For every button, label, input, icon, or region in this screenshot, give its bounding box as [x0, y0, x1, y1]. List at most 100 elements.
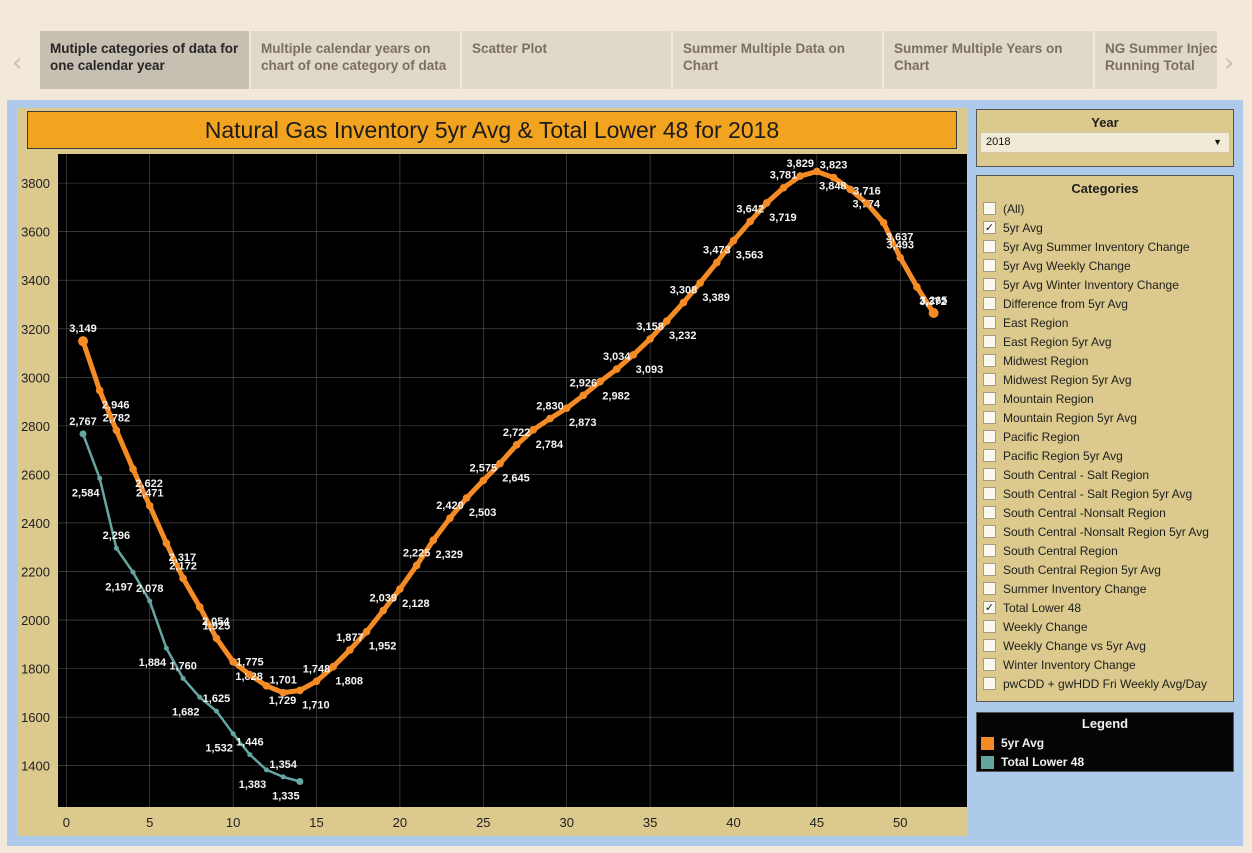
- category-item[interactable]: Midwest Region 5yr Avg: [983, 370, 1209, 389]
- category-item[interactable]: Mountain Region 5yr Avg: [983, 408, 1209, 427]
- data-label: 3,563: [736, 250, 764, 262]
- category-item[interactable]: Pacific Region 5yr Avg: [983, 446, 1209, 465]
- checkbox-icon[interactable]: [983, 677, 996, 690]
- tab-scroll-right-icon[interactable]: ›: [1224, 48, 1234, 78]
- x-tick-label: 20: [393, 815, 407, 830]
- tab-summer-multiple-years[interactable]: Summer Multiple Years on Chart: [884, 31, 1093, 89]
- data-label: 3,308: [670, 285, 698, 297]
- category-item[interactable]: Weekly Change: [983, 617, 1209, 636]
- data-label: 1,532: [205, 743, 233, 755]
- checkbox-icon[interactable]: [983, 449, 996, 462]
- checkbox-icon[interactable]: [983, 411, 996, 424]
- legend-item-total-lower-48[interactable]: Total Lower 48: [981, 753, 1084, 771]
- category-item[interactable]: Winter Inventory Change: [983, 655, 1209, 674]
- checkbox-icon[interactable]: [983, 240, 996, 253]
- category-item[interactable]: Weekly Change vs 5yr Avg: [983, 636, 1209, 655]
- checkbox-checked-icon[interactable]: ✓: [983, 221, 996, 234]
- x-tick-label: 40: [726, 815, 740, 830]
- category-item[interactable]: Summer Inventory Change: [983, 579, 1209, 598]
- checkbox-icon[interactable]: [983, 373, 996, 386]
- category-item[interactable]: East Region: [983, 313, 1209, 332]
- category-item[interactable]: South Central - Salt Region: [983, 465, 1209, 484]
- checkbox-icon[interactable]: [983, 392, 996, 405]
- data-point: [145, 501, 154, 510]
- data-point: [629, 350, 638, 359]
- legend-item-5yr-avg[interactable]: 5yr Avg: [981, 734, 1044, 752]
- category-item[interactable]: South Central -Nonsalt Region 5yr Avg: [983, 522, 1209, 541]
- checkbox-icon[interactable]: [983, 202, 996, 215]
- checkbox-icon[interactable]: [983, 620, 996, 633]
- checkbox-icon[interactable]: [983, 487, 996, 500]
- tab-multiple-categories[interactable]: Mutiple categories of data for one calen…: [40, 31, 249, 89]
- checkbox-icon[interactable]: [983, 430, 996, 443]
- categories-filter: Categories (All) ✓ 5yr Avg 5yr Avg Summer I…: [976, 175, 1234, 702]
- data-label: 1,710: [302, 699, 330, 711]
- data-label: 3,493: [887, 240, 915, 252]
- category-item[interactable]: ✓ 5yr Avg: [983, 218, 1209, 237]
- tab-label: Multiple calendar years on chart of one …: [261, 41, 447, 73]
- category-item[interactable]: South Central Region: [983, 541, 1209, 560]
- checkbox-icon[interactable]: [983, 335, 996, 348]
- checkbox-icon[interactable]: [983, 525, 996, 538]
- category-label: Midwest Region 5yr Avg: [1003, 372, 1132, 387]
- checkbox-icon[interactable]: [983, 658, 996, 671]
- data-point: [296, 778, 304, 786]
- tab-scroll-left-icon[interactable]: ‹: [12, 48, 22, 78]
- legend-title: Legend: [1081, 716, 1129, 731]
- checkbox-icon[interactable]: [983, 354, 996, 367]
- checkbox-icon[interactable]: [983, 316, 996, 329]
- checkbox-icon[interactable]: [983, 563, 996, 576]
- data-point: [346, 646, 354, 654]
- category-item[interactable]: Mountain Region: [983, 389, 1209, 408]
- tab-summer-multiple-data[interactable]: Summer Multiple Data on Chart: [673, 31, 882, 89]
- data-label: 3,093: [636, 364, 664, 376]
- checkbox-icon[interactable]: [983, 468, 996, 481]
- category-item[interactable]: pwCDD + gwHDD Fri Weekly Avg/Day: [983, 674, 1209, 693]
- category-item[interactable]: South Central - Salt Region 5yr Avg: [983, 484, 1209, 503]
- checkbox-icon[interactable]: [983, 278, 996, 291]
- category-item[interactable]: 5yr Avg Summer Inventory Change: [983, 237, 1209, 256]
- category-label: Winter Inventory Change: [1003, 657, 1136, 672]
- year-select[interactable]: 2018 ▼: [980, 132, 1230, 153]
- x-tick-label: 35: [643, 815, 657, 830]
- checkbox-icon[interactable]: [983, 506, 996, 519]
- tab-scatter-plot[interactable]: Scatter Plot: [462, 31, 671, 89]
- tab-ng-summer-injection[interactable]: NG Summer Injec Running Total: [1095, 31, 1217, 89]
- checkbox-icon[interactable]: [983, 259, 996, 272]
- category-label: Midwest Region: [1003, 353, 1089, 368]
- checkbox-checked-icon[interactable]: ✓: [983, 601, 996, 614]
- category-item[interactable]: Pacific Region: [983, 427, 1209, 446]
- checkbox-icon[interactable]: [983, 297, 996, 310]
- category-item[interactable]: Midwest Region: [983, 351, 1209, 370]
- category-label: Mountain Region: [1003, 391, 1094, 406]
- category-item[interactable]: South Central Region 5yr Avg: [983, 560, 1209, 579]
- category-item[interactable]: South Central -Nonsalt Region: [983, 503, 1209, 522]
- x-tick-label: 5: [146, 815, 153, 830]
- data-label: 1,808: [335, 676, 363, 688]
- data-label: 3,781: [770, 170, 798, 182]
- data-label: 3,848: [819, 180, 847, 192]
- data-label: 2,420: [436, 500, 464, 512]
- data-point: [362, 627, 371, 636]
- checkbox-icon[interactable]: [983, 639, 996, 652]
- category-label: South Central - Salt Region 5yr Avg: [1003, 486, 1193, 501]
- data-point: [713, 258, 721, 267]
- category-item[interactable]: Difference from 5yr Avg: [983, 294, 1209, 313]
- data-point: [396, 585, 404, 593]
- data-point: [496, 459, 504, 468]
- data-label: 1,701: [269, 675, 297, 687]
- category-label: (All): [1003, 201, 1025, 216]
- checkbox-icon[interactable]: [983, 582, 996, 595]
- checkbox-icon[interactable]: [983, 544, 996, 557]
- data-label: 3,716: [853, 186, 881, 198]
- data-label: 3,829: [786, 158, 814, 170]
- category-item[interactable]: East Region 5yr Avg: [983, 332, 1209, 351]
- tab-multiple-calendar-years[interactable]: Multiple calendar years on chart of one …: [251, 31, 460, 89]
- data-label: 3,149: [69, 323, 97, 335]
- category-item[interactable]: 5yr Avg Weekly Change: [983, 256, 1209, 275]
- category-item[interactable]: ✓ Total Lower 48: [983, 598, 1209, 617]
- data-label: 3,823: [820, 160, 848, 172]
- category-item[interactable]: 5yr Avg Winter Inventory Change: [983, 275, 1209, 294]
- data-point: [97, 475, 103, 481]
- category-item[interactable]: (All): [983, 199, 1209, 218]
